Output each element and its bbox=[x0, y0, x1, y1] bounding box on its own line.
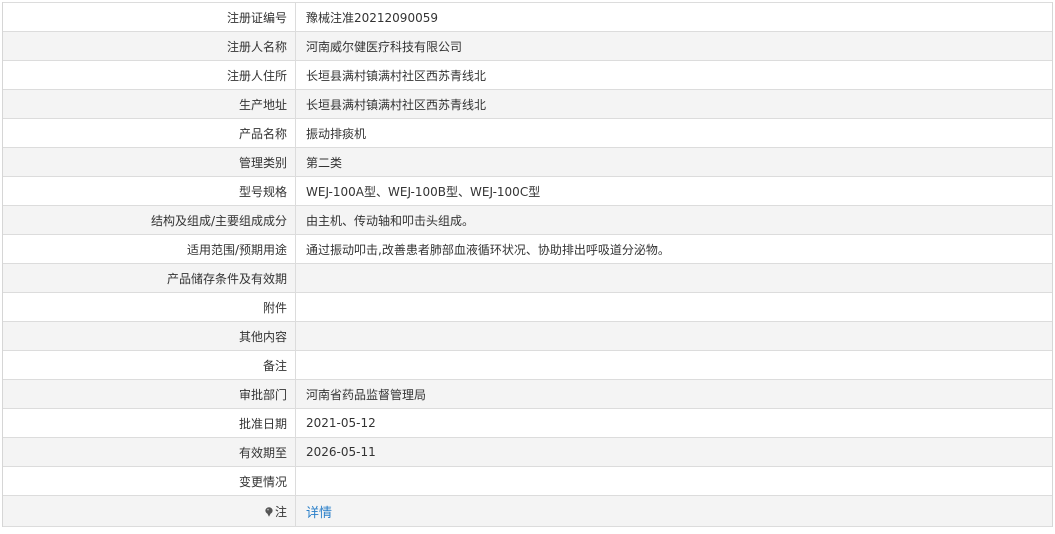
row-value bbox=[295, 350, 1052, 380]
row-storage-validity: 产品储存条件及有效期 bbox=[3, 263, 1052, 293]
row-value: 第二类 bbox=[295, 147, 1052, 177]
row-label: 适用范围/预期用途 bbox=[3, 234, 296, 264]
row-approval-date: 批准日期 2021-05-12 bbox=[3, 408, 1052, 438]
row-label: 注册人住所 bbox=[3, 60, 296, 90]
row-production-address: 生产地址 长垣县满村镇满村社区西苏青线北 bbox=[3, 89, 1052, 119]
row-approval-department: 审批部门 河南省药品监督管理局 bbox=[3, 379, 1052, 409]
row-value: 长垣县满村镇满村社区西苏青线北 bbox=[295, 89, 1052, 119]
row-label: 有效期至 bbox=[3, 437, 296, 467]
row-label: 生产地址 bbox=[3, 89, 296, 119]
row-value: 通过振动叩击,改善患者肺部血液循环状况、协助排出呼吸道分泌物。 bbox=[295, 234, 1052, 264]
row-value bbox=[295, 321, 1052, 351]
row-label: 注册人名称 bbox=[3, 31, 296, 61]
row-value: 河南威尔健医疗科技有限公司 bbox=[295, 31, 1052, 61]
row-product-name: 产品名称 振动排痰机 bbox=[3, 118, 1052, 148]
row-intended-use: 适用范围/预期用途 通过振动叩击,改善患者肺部血液循环状况、协助排出呼吸道分泌物… bbox=[3, 234, 1052, 264]
row-model-spec: 型号规格 WEJ-100A型、WEJ-100B型、WEJ-100C型 bbox=[3, 176, 1052, 206]
row-value: 2021-05-12 bbox=[295, 408, 1052, 438]
row-label: 批准日期 bbox=[3, 408, 296, 438]
detail-link[interactable]: 详情 bbox=[306, 506, 332, 521]
pin-icon bbox=[265, 506, 273, 517]
note-label-cell: 注 bbox=[3, 495, 296, 527]
row-label: 备注 bbox=[3, 350, 296, 380]
row-value: 2026-05-11 bbox=[295, 437, 1052, 467]
registration-info-panel: 注册证编号 豫械注准20212090059 注册人名称 河南威尔健医疗科技有限公… bbox=[2, 2, 1053, 527]
row-remarks: 备注 bbox=[3, 350, 1052, 380]
row-valid-until: 有效期至 2026-05-11 bbox=[3, 437, 1052, 467]
row-value: 河南省药品监督管理局 bbox=[295, 379, 1052, 409]
row-registration-number: 注册证编号 豫械注准20212090059 bbox=[3, 2, 1052, 32]
row-label: 管理类别 bbox=[3, 147, 296, 177]
row-registrant-address: 注册人住所 长垣县满村镇满村社区西苏青线北 bbox=[3, 60, 1052, 90]
row-label: 注册证编号 bbox=[3, 2, 296, 32]
row-value: 豫械注准20212090059 bbox=[295, 2, 1052, 32]
row-label: 产品储存条件及有效期 bbox=[3, 263, 296, 293]
row-attachments: 附件 bbox=[3, 292, 1052, 322]
note-label: 注 bbox=[274, 504, 287, 519]
row-label: 其他内容 bbox=[3, 321, 296, 351]
registration-info-table: 注册证编号 豫械注准20212090059 注册人名称 河南威尔健医疗科技有限公… bbox=[3, 2, 1052, 527]
row-label: 型号规格 bbox=[3, 176, 296, 206]
row-structure-composition: 结构及组成/主要组成成分 由主机、传动轴和叩击头组成。 bbox=[3, 205, 1052, 235]
row-value: 长垣县满村镇满村社区西苏青线北 bbox=[295, 60, 1052, 90]
row-value: WEJ-100A型、WEJ-100B型、WEJ-100C型 bbox=[295, 176, 1052, 206]
row-management-category: 管理类别 第二类 bbox=[3, 147, 1052, 177]
row-note: 注 详情 bbox=[3, 495, 1052, 527]
row-registrant-name: 注册人名称 河南威尔健医疗科技有限公司 bbox=[3, 31, 1052, 61]
row-label: 附件 bbox=[3, 292, 296, 322]
row-label: 审批部门 bbox=[3, 379, 296, 409]
row-other-content: 其他内容 bbox=[3, 321, 1052, 351]
row-value bbox=[295, 263, 1052, 293]
note-value-cell: 详情 bbox=[295, 495, 1052, 527]
row-label: 结构及组成/主要组成成分 bbox=[3, 205, 296, 235]
row-value bbox=[295, 292, 1052, 322]
row-label: 产品名称 bbox=[3, 118, 296, 148]
row-change-status: 变更情况 bbox=[3, 466, 1052, 496]
row-value: 由主机、传动轴和叩击头组成。 bbox=[295, 205, 1052, 235]
row-value bbox=[295, 466, 1052, 496]
row-value: 振动排痰机 bbox=[295, 118, 1052, 148]
row-label: 变更情况 bbox=[3, 466, 296, 496]
